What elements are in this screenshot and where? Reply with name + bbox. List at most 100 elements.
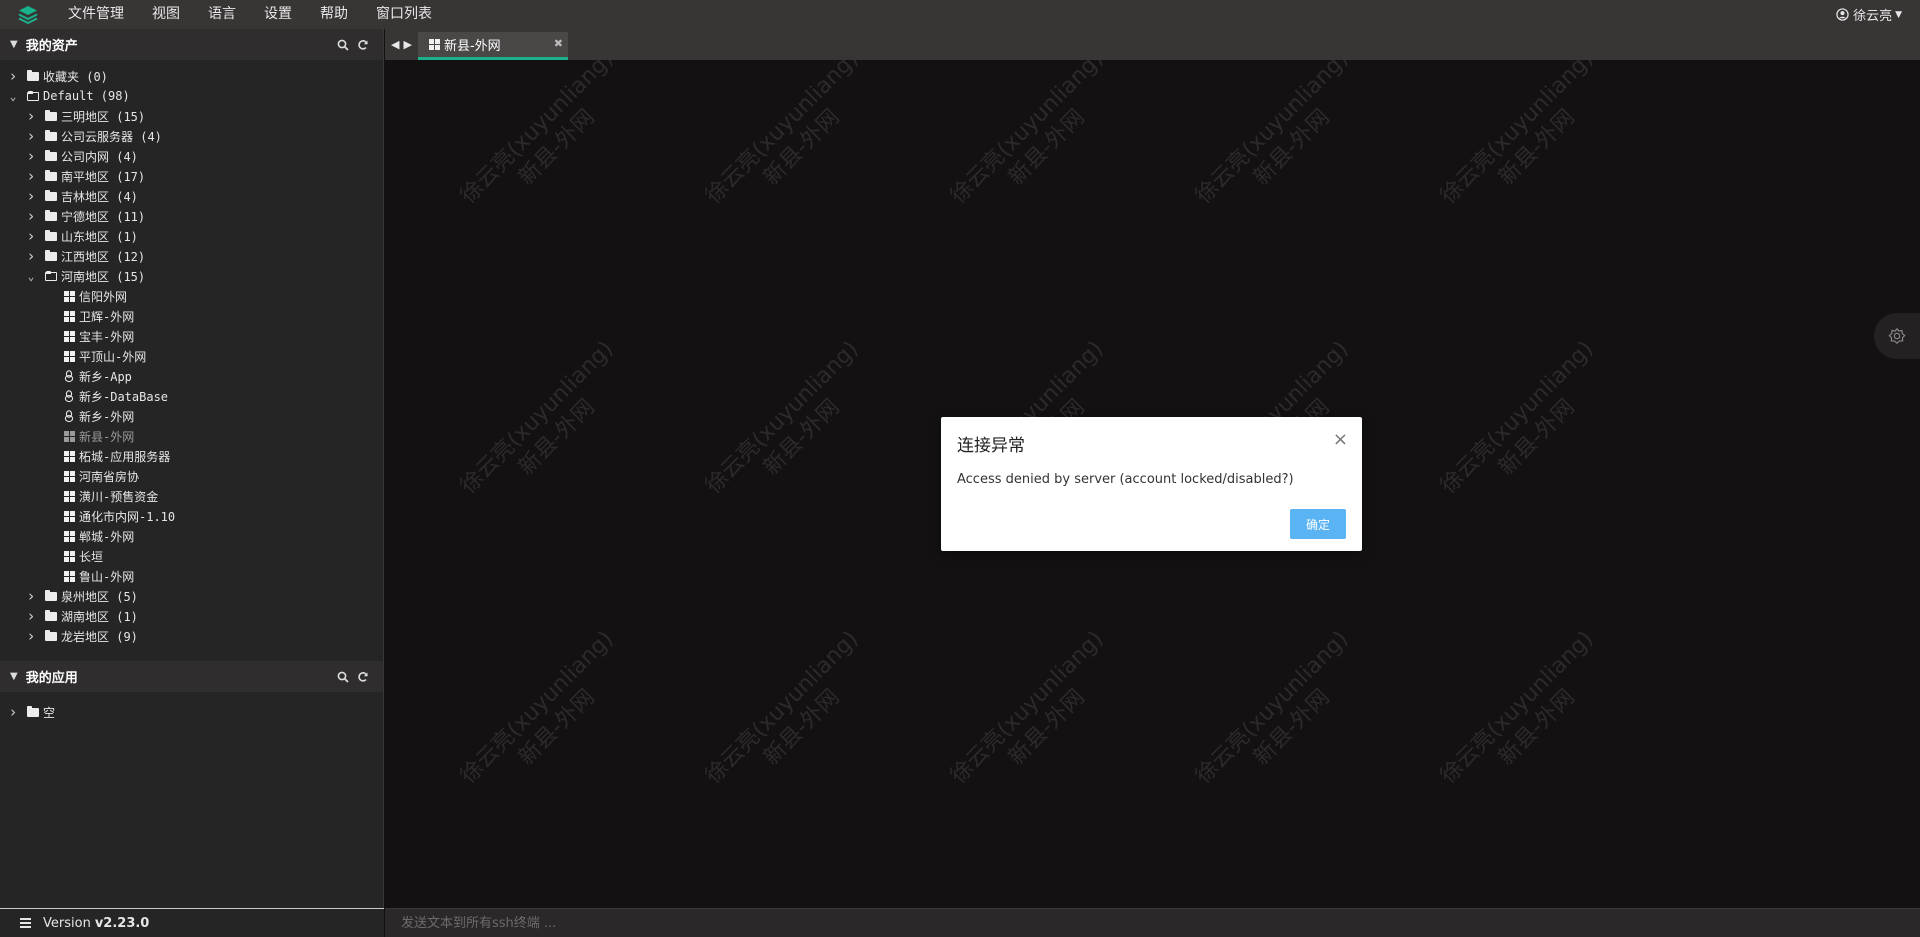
menu-view[interactable]: 视图 [138,0,194,29]
tree-asset[interactable]: 鲁山-外网 [0,566,383,586]
tree-node-label: 宁德地区 (11) [61,209,146,224]
dialog-message: Access denied by server (account locked/… [957,472,1294,487]
menu-settings[interactable]: 设置 [250,0,306,29]
watermark: 徐云亮(xuyunliang)新县-外网 [1190,60,1374,230]
watermark-line: 徐云亮(xuyunliang) [700,60,864,209]
chevron-right-icon[interactable]: › [24,147,38,165]
tree-node-label: 收藏夹 (0) [43,69,108,84]
tab-scroll-left-icon[interactable]: ◀ [391,38,399,51]
collapse-icon[interactable]: ▼ [10,39,18,50]
tree-asset[interactable]: 郸城-外网 [0,526,383,546]
tree-asset[interactable]: 柘城-应用服务器 [0,446,383,466]
folder-open-icon [44,271,58,281]
tree-folder[interactable]: › 山东地区 (1) [0,226,383,246]
chevron-right-icon[interactable]: › [24,187,38,205]
tree-folder[interactable]: › 龙岩地区 (9) [0,626,383,646]
tree-node-label: 新乡-DataBase [79,389,169,404]
tab-scroll-right-icon[interactable]: ▶ [403,38,411,51]
refresh-icon[interactable] [357,671,369,683]
tree-folder[interactable]: › 空 [0,702,383,722]
tab-session[interactable]: 新县-外网 ✖ [417,32,568,60]
tree-folder[interactable]: › 南平地区 (17) [0,166,383,186]
tree-folder[interactable]: › 泉州地区 (5) [0,586,383,606]
close-icon[interactable]: ✖ [554,37,563,50]
menu-language[interactable]: 语言 [194,0,250,29]
tree-folder[interactable]: › 公司内网 (4) [0,146,383,166]
tree-folder[interactable]: › 公司云服务器 (4) [0,126,383,146]
gear-icon [1888,327,1906,344]
tree-asset[interactable]: 新乡-外网 [0,406,383,426]
chevron-right-icon[interactable]: › [24,227,38,245]
folder-icon [44,590,58,601]
tree-folder[interactable]: ⌄ 河南地区 (15) [0,266,383,286]
folder-icon [44,110,58,121]
folder-icon [44,230,58,241]
folder-icon [44,130,58,141]
chevron-right-icon[interactable]: › [24,607,38,625]
chevron-right-icon[interactable]: › [24,247,38,265]
chevron-right-icon[interactable]: › [24,127,38,145]
chevron-right-icon[interactable]: › [24,207,38,225]
tree-folder[interactable]: › 吉林地区 (4) [0,186,383,206]
folder-icon [26,706,40,717]
tree-node-label: 郸城-外网 [79,529,135,544]
tree-asset[interactable]: 新县-外网 [0,426,383,446]
watermark-line: 徐云亮(xuyunliang) [455,60,619,209]
user-menu[interactable]: 徐云亮 ▼ [1836,0,1902,29]
tree-node-label: Default (98) [43,89,130,103]
collapse-icon[interactable]: ▼ [10,671,18,682]
menu-window-list[interactable]: 窗口列表 [362,0,446,29]
tree-asset[interactable]: 长垣 [0,546,383,566]
refresh-icon[interactable] [357,39,369,51]
tree-node-label: 湖南地区 (1) [61,609,138,624]
tree-folder[interactable]: › 江西地区 (12) [0,246,383,266]
tree-folder[interactable]: › 三明地区 (15) [0,106,383,126]
watermark: 徐云亮(xuyunliang)新县-外网 [455,336,639,520]
chevron-right-icon[interactable]: › [24,107,38,125]
chevron-right-icon[interactable]: › [6,703,20,721]
close-icon[interactable]: × [1333,429,1348,450]
search-icon[interactable] [337,671,349,683]
apps-panel-header[interactable]: ▼ 我的应用 [0,661,383,692]
search-icon[interactable] [337,39,349,51]
watermark: 徐云亮(xuyunliang)新县-外网 [945,60,1129,230]
folder-open-icon [26,91,40,101]
chevron-right-icon[interactable]: › [24,627,38,645]
broadcast-bar [385,908,1920,937]
broadcast-input[interactable] [385,909,1920,937]
terminal-settings-button[interactable] [1874,313,1920,359]
tree-asset[interactable]: 平顶山-外网 [0,346,383,366]
chevron-right-icon[interactable]: › [24,167,38,185]
assets-panel-header[interactable]: ▼ 我的资产 [0,29,383,60]
tree-folder[interactable]: ⌄ Default (98) [0,86,383,106]
app-window: 文件管理 视图 语言 设置 帮助 窗口列表 徐云亮 ▼ ▼ 我的资产 › 收藏夹 … [0,0,1920,937]
tree-folder[interactable]: › 宁德地区 (11) [0,206,383,226]
list-icon[interactable] [20,918,31,928]
tree-asset[interactable]: 信阳外网 [0,286,383,306]
ok-button[interactable]: 确定 [1290,509,1346,539]
chevron-right-icon[interactable]: › [24,587,38,605]
chevron-down-icon[interactable]: ⌄ [6,90,20,103]
menu-help[interactable]: 帮助 [306,0,362,29]
tree-asset[interactable]: 卫辉-外网 [0,306,383,326]
tree-asset[interactable]: 新乡-App [0,366,383,386]
folder-icon [44,250,58,261]
tree-folder[interactable]: › 收藏夹 (0) [0,66,383,86]
tree-asset[interactable]: 潢川-预售资金 [0,486,383,506]
chevron-down-icon[interactable]: ⌄ [24,270,38,283]
tab-bar: ◀ ▶ 新县-外网 ✖ [385,29,1920,60]
windows-icon [62,570,76,582]
tree-asset[interactable]: 宝丰-外网 [0,326,383,346]
assets-tree: › 收藏夹 (0) ⌄ Default (98) › 三明地区 (15) › 公司云服务器 (… [0,60,383,646]
tree-folder[interactable]: › 湖南地区 (1) [0,606,383,626]
tree-asset[interactable]: 河南省房协 [0,466,383,486]
tree-asset[interactable]: 通化市内网-1.10 [0,506,383,526]
watermark: 徐云亮(xuyunliang)新县-外网 [945,626,1129,810]
chevron-right-icon[interactable]: › [6,67,20,85]
watermark: 徐云亮(xuyunliang)新县-外网 [455,60,639,230]
tree-node-label: 长垣 [79,549,104,564]
app-logo-icon [0,0,56,29]
menu-file[interactable]: 文件管理 [56,0,138,29]
windows-icon [62,290,76,302]
tree-asset[interactable]: 新乡-DataBase [0,386,383,406]
